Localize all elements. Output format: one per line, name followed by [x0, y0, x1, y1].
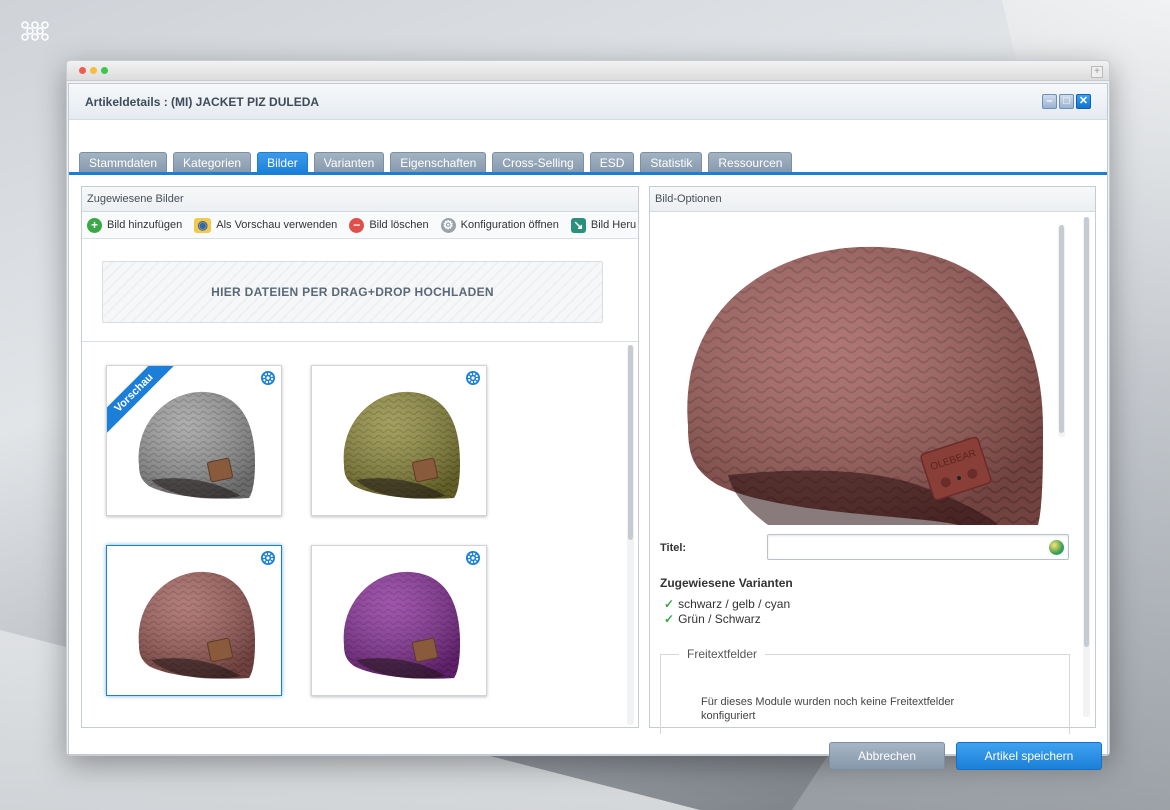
beanie-olive-image	[343, 391, 460, 499]
open-config-button[interactable]: ⚙ Konfiguration öffnen	[440, 217, 559, 233]
images-scrollbar[interactable]	[627, 345, 634, 725]
minus-icon: −	[349, 217, 365, 233]
variant-label: schwarz / gelb / cyan	[678, 597, 791, 611]
add-image-button[interactable]: + Bild hinzufügen	[87, 217, 183, 233]
tab-eigenschaften[interactable]: Eigenschaften	[390, 152, 487, 174]
save-article-button[interactable]: Artikel speichern	[956, 742, 1102, 770]
freetext-legend: Freitextfelder	[679, 647, 766, 661]
window-titlebar: +	[67, 61, 1109, 81]
image-preview: OLEBEAR	[658, 215, 1054, 525]
upload-dropzone[interactable]: HIER DATEIEN PER DRAG+DROP HOCHLADEN	[102, 261, 603, 323]
beanie-preview-image: OLEBEAR	[687, 246, 1043, 525]
variant-item: ✓ Grün / Schwarz	[664, 612, 761, 626]
tab-statistik[interactable]: Statistik	[640, 152, 703, 174]
image-thumbnail[interactable]	[311, 545, 487, 696]
minimize-window-dot[interactable]	[90, 67, 97, 74]
variant-item: ✓ schwarz / gelb / cyan	[664, 597, 790, 611]
dialog-header: Artikeldetails : (MI) JACKET PIZ DULEDA …	[69, 84, 1107, 120]
tab-cross-selling[interactable]: Cross-Selling	[492, 152, 584, 174]
tab-bar-underline	[69, 172, 1107, 175]
freetext-fieldset: Freitextfelder Für dieses Module wurden …	[660, 647, 1070, 734]
tab-ressourcen[interactable]: Ressourcen	[708, 152, 793, 174]
assigned-images-panel: Zugewiesene Bilder + Bild hinzufügen ◉ A…	[81, 186, 639, 728]
images-scrollbar-thumb[interactable]	[628, 345, 633, 540]
tab-kategorien[interactable]: Kategorien	[173, 152, 252, 174]
gear-icon[interactable]	[465, 550, 481, 566]
beanie-purple-image	[343, 571, 460, 679]
beanie-grey-image	[138, 391, 255, 499]
plus-icon: +	[87, 217, 102, 233]
preview-scrollbar[interactable]	[1058, 225, 1065, 437]
tab-bar: Stammdaten Kategorien Bilder Varianten Eigen…	[79, 150, 1107, 174]
download-image-label: Bild Heru	[590, 219, 637, 231]
image-options-panel: Bild-Optionen OLEBEAR Titel: Zugewiesene…	[649, 186, 1096, 734]
minimize-button[interactable]: –	[1042, 94, 1057, 109]
app-window: + Artikeldetails : (MI) JACKET PIZ DULED…	[66, 60, 1110, 770]
freetext-empty-message: Für dieses Module wurden noch keine Frei…	[701, 696, 955, 722]
tab-varianten[interactable]: Varianten	[313, 152, 385, 174]
assigned-variants-heading: Zugewiesene Varianten	[660, 576, 793, 590]
maximize-icon: □	[1063, 95, 1070, 107]
download-icon: ↘	[570, 217, 586, 233]
image-thumbnail[interactable]	[311, 365, 487, 516]
close-icon: ✕	[1078, 95, 1089, 107]
minimize-icon: –	[1046, 95, 1053, 107]
zoom-window-dot[interactable]	[101, 67, 108, 74]
gear-icon[interactable]	[260, 550, 276, 566]
beanie-rose-image	[138, 571, 255, 679]
globe-icon[interactable]	[1049, 540, 1064, 555]
app-logo-icon[interactable]	[20, 20, 50, 42]
dialog-title: Artikeldetails : (MI) JACKET PIZ DULEDA	[85, 95, 320, 109]
image-toolbar: + Bild hinzufügen ◉ Als Vorschau verwend…	[82, 212, 638, 239]
maximize-button[interactable]: □	[1059, 94, 1074, 109]
close-button[interactable]: ✕	[1076, 94, 1091, 109]
tab-esd[interactable]: ESD	[589, 152, 635, 174]
gear-icon[interactable]	[260, 370, 276, 386]
delete-image-button[interactable]: − Bild löschen	[349, 217, 429, 233]
checkmark-icon: ✓	[664, 612, 675, 626]
eye-icon: ◉	[194, 217, 212, 233]
new-tab-icon[interactable]: +	[1091, 66, 1103, 78]
download-image-button[interactable]: ↘ Bild Heru	[570, 217, 637, 233]
assigned-images-title: Zugewiesene Bilder	[82, 187, 638, 212]
checkmark-icon: ✓	[664, 597, 675, 611]
image-options-title: Bild-Optionen	[650, 187, 1095, 212]
divider	[82, 341, 638, 342]
close-window-dot[interactable]	[79, 67, 86, 74]
options-scrollbar[interactable]	[1083, 217, 1090, 717]
add-image-label: Bild hinzufügen	[107, 219, 183, 231]
delete-image-label: Bild löschen	[369, 219, 429, 231]
tab-bilder[interactable]: Bilder	[257, 152, 308, 174]
variant-label: Grün / Schwarz	[678, 612, 761, 626]
image-thumbnail[interactable]	[106, 545, 282, 696]
image-thumbnail[interactable]: Vorschau	[106, 365, 282, 516]
use-as-preview-button[interactable]: ◉ Als Vorschau verwenden	[194, 217, 338, 233]
title-label: Titel:	[660, 542, 687, 554]
preview-scrollbar-thumb[interactable]	[1059, 225, 1064, 433]
article-details-dialog: Artikeldetails : (MI) JACKET PIZ DULEDA …	[68, 83, 1108, 770]
tab-stammdaten[interactable]: Stammdaten	[79, 152, 168, 174]
title-input[interactable]	[767, 534, 1069, 560]
options-scrollbar-thumb[interactable]	[1084, 217, 1089, 647]
gear-icon[interactable]	[465, 370, 481, 386]
gear-icon: ⚙	[440, 217, 456, 233]
use-as-preview-label: Als Vorschau verwenden	[216, 219, 338, 231]
cancel-button[interactable]: Abbrechen	[829, 742, 945, 770]
open-config-label: Konfiguration öffnen	[460, 219, 559, 231]
